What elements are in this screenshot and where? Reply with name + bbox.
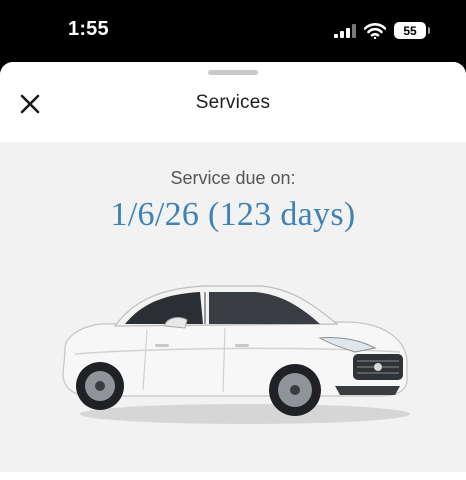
nav-bar: Services — [0, 62, 466, 142]
page-title: Services — [195, 92, 271, 113]
service-due-label: Service due on: — [170, 168, 296, 188]
status-icons: 55 — [334, 22, 430, 39]
sheet-grabber[interactable] — [208, 70, 258, 75]
status-time: 1:55 — [68, 18, 109, 40]
vehicle-image — [62, 285, 410, 424]
status-bar: 1:55 55 — [0, 0, 466, 64]
bottom-strip — [0, 472, 466, 480]
services-sheet: Services Service due on: 1/6/26 (123 day… — [0, 62, 466, 480]
service-due-date: 1/6/26 (123 days) — [110, 196, 356, 233]
battery-icon: 55 — [394, 22, 430, 39]
wifi-icon — [364, 22, 386, 39]
service-content: Service due on: 1/6/26 (123 days) — [0, 142, 466, 472]
battery-level: 55 — [403, 23, 417, 38]
cellular-signal-icon — [334, 23, 356, 38]
